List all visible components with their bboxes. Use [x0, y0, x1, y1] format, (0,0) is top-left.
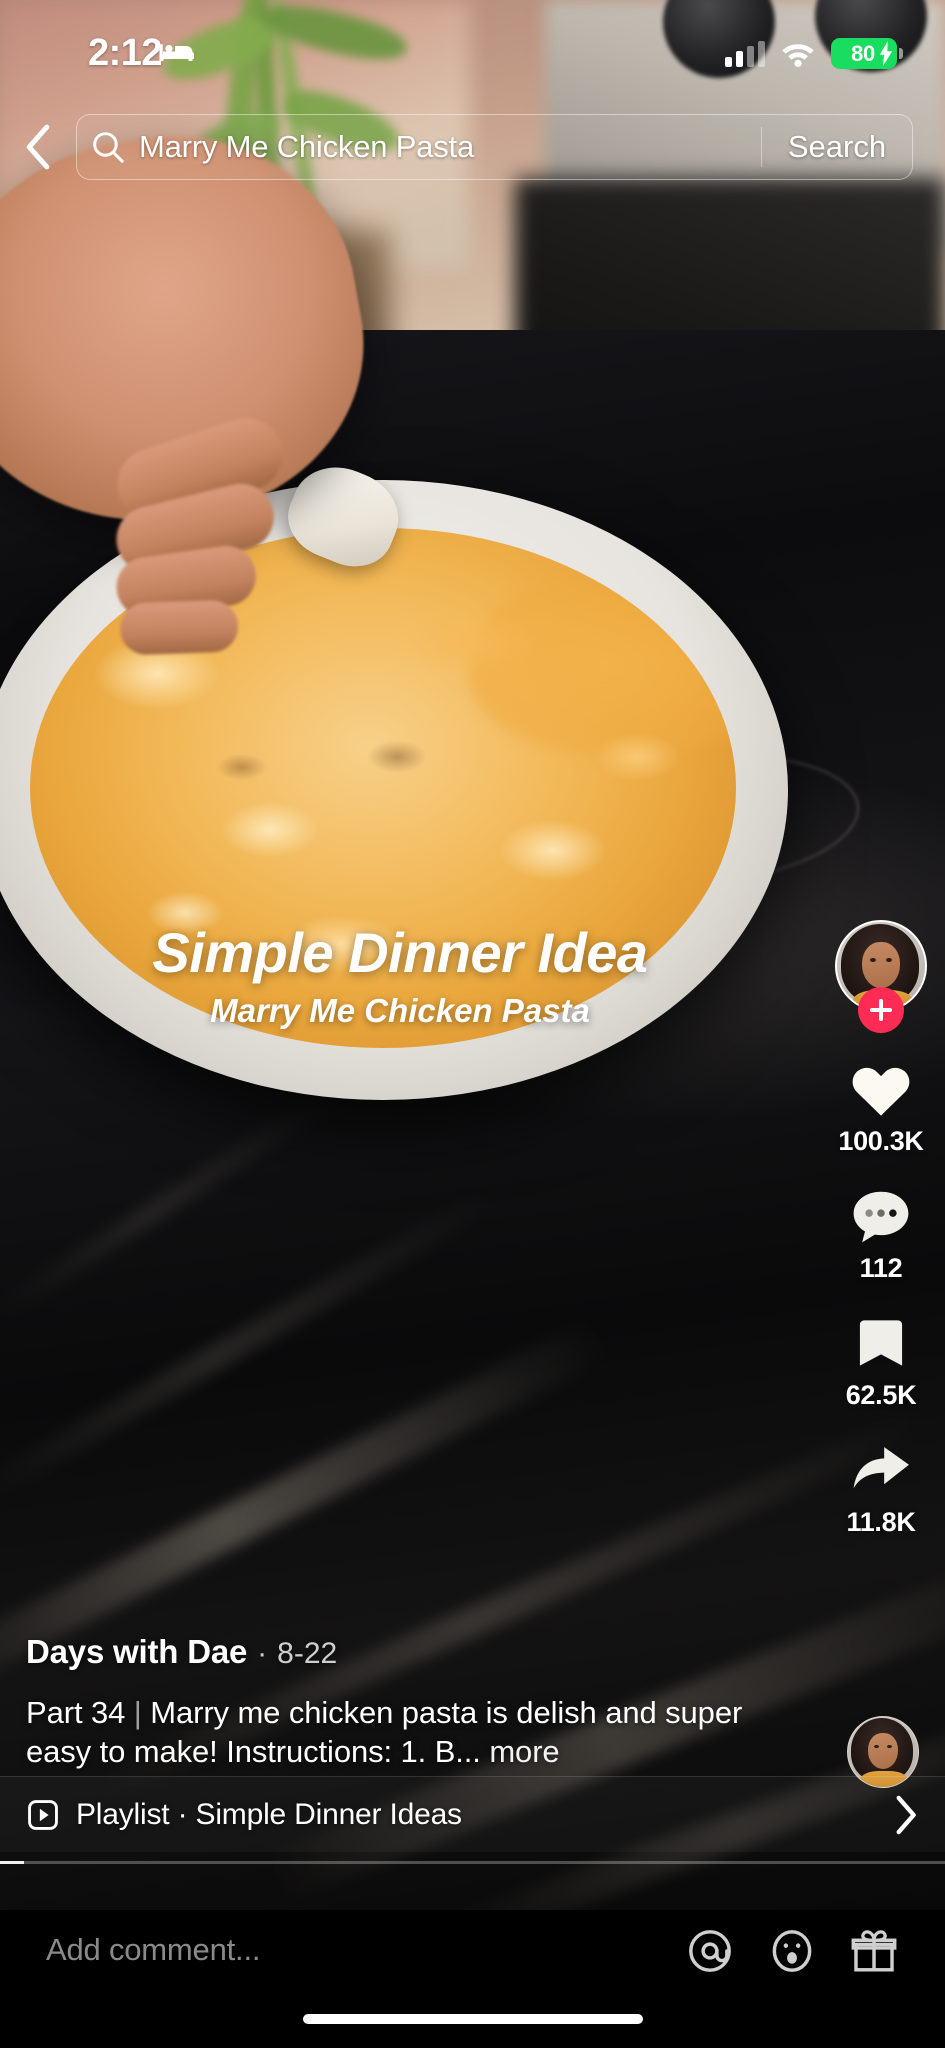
comment-count: 112: [859, 1253, 903, 1283]
battery-percent: 80: [851, 40, 875, 66]
wifi-icon: [779, 40, 817, 68]
comment-button[interactable]: 112: [850, 1185, 912, 1284]
video-overlay-title: Simple Dinner Idea: [152, 921, 648, 984]
bookmark-icon: [854, 1312, 908, 1374]
playlist-icon: [26, 1798, 60, 1832]
creator-avatar-wrap[interactable]: [835, 920, 927, 1033]
search-input[interactable]: Marry Me Chicken Pasta: [139, 129, 761, 165]
like-button[interactable]: 100.3K: [838, 1058, 924, 1157]
post-meta: Days with Dae · 8-22: [0, 1633, 945, 1671]
video-overlay-subtitle: Marry Me Chicken Pasta: [210, 992, 590, 1029]
chevron-left-icon: [24, 124, 52, 170]
playlist-separator: ·: [177, 1797, 188, 1831]
post-info: Days with Dae · 8-22 Part 34 | Marry me …: [0, 1633, 945, 1772]
playlist-word: Playlist: [76, 1797, 170, 1831]
description-part-1: Part 34: [26, 1694, 134, 1730]
action-rail: 100.3K 112 62.5K 11.8K: [817, 920, 945, 1566]
battery-indicator: 80: [831, 38, 903, 69]
comment-bar-actions: [687, 1928, 897, 1974]
author-name[interactable]: Days with Dae: [26, 1633, 247, 1671]
share-button[interactable]: 11.8K: [846, 1439, 916, 1538]
avatar-face: [862, 942, 900, 988]
charging-bolt-icon: [878, 41, 894, 66]
share-icon: [849, 1439, 913, 1501]
mention-icon[interactable]: [687, 1928, 733, 1974]
home-indicator: [302, 2014, 643, 2024]
search-bar[interactable]: Marry Me Chicken Pasta Search: [76, 114, 913, 180]
playlist-name: Simple Dinner Ideas: [195, 1797, 463, 1831]
search-submit-button[interactable]: Search: [762, 129, 912, 165]
post-date: 8-22: [277, 1636, 338, 1670]
sauce-smear: [470, 568, 736, 758]
status-indicators: 80: [725, 38, 903, 69]
meta-separator: ·: [257, 1636, 268, 1670]
status-time: 2:12: [88, 32, 163, 74]
search-header: Marry Me Chicken Pasta Search: [0, 108, 945, 186]
video-progress-fill: [0, 1861, 24, 1864]
finger: [119, 599, 239, 656]
like-count: 100.3K: [838, 1126, 924, 1156]
avatar-eye: [886, 958, 892, 962]
search-icon: [77, 130, 139, 164]
gift-icon[interactable]: [851, 1928, 897, 1974]
see-more-link[interactable]: more: [489, 1734, 559, 1769]
chevron-right-icon[interactable]: [893, 1795, 919, 1835]
video-player[interactable]: Simple Dinner Idea Marry Me Chicken Past…: [0, 0, 945, 1910]
cellular-signal-icon: [725, 40, 765, 67]
bookmark-button[interactable]: 62.5K: [846, 1312, 917, 1411]
status-bar: 2:12 80: [0, 0, 945, 92]
emoji-icon[interactable]: [769, 1928, 815, 1974]
add-comment-input[interactable]: Add comment...: [46, 1932, 260, 1968]
follow-button[interactable]: [858, 987, 904, 1033]
playlist-bar[interactable]: Playlist · Simple Dinner Ideas: [0, 1776, 945, 1852]
playlist-label: Playlist · Simple Dinner Ideas: [76, 1798, 893, 1832]
bookmark-count: 62.5K: [845, 1380, 917, 1410]
comment-bar: Add comment...: [0, 1910, 945, 2048]
back-button[interactable]: [0, 108, 76, 186]
bed-icon: [158, 40, 194, 66]
video-progress-bar[interactable]: [0, 1861, 945, 1864]
post-description[interactable]: Part 34 | Marry me chicken pasta is deli…: [0, 1693, 945, 1772]
heart-icon: [850, 1058, 912, 1120]
share-count: 11.8K: [846, 1507, 916, 1537]
description-divider: |: [133, 1694, 142, 1730]
avatar-eye: [870, 958, 876, 962]
comment-icon: [850, 1185, 912, 1247]
